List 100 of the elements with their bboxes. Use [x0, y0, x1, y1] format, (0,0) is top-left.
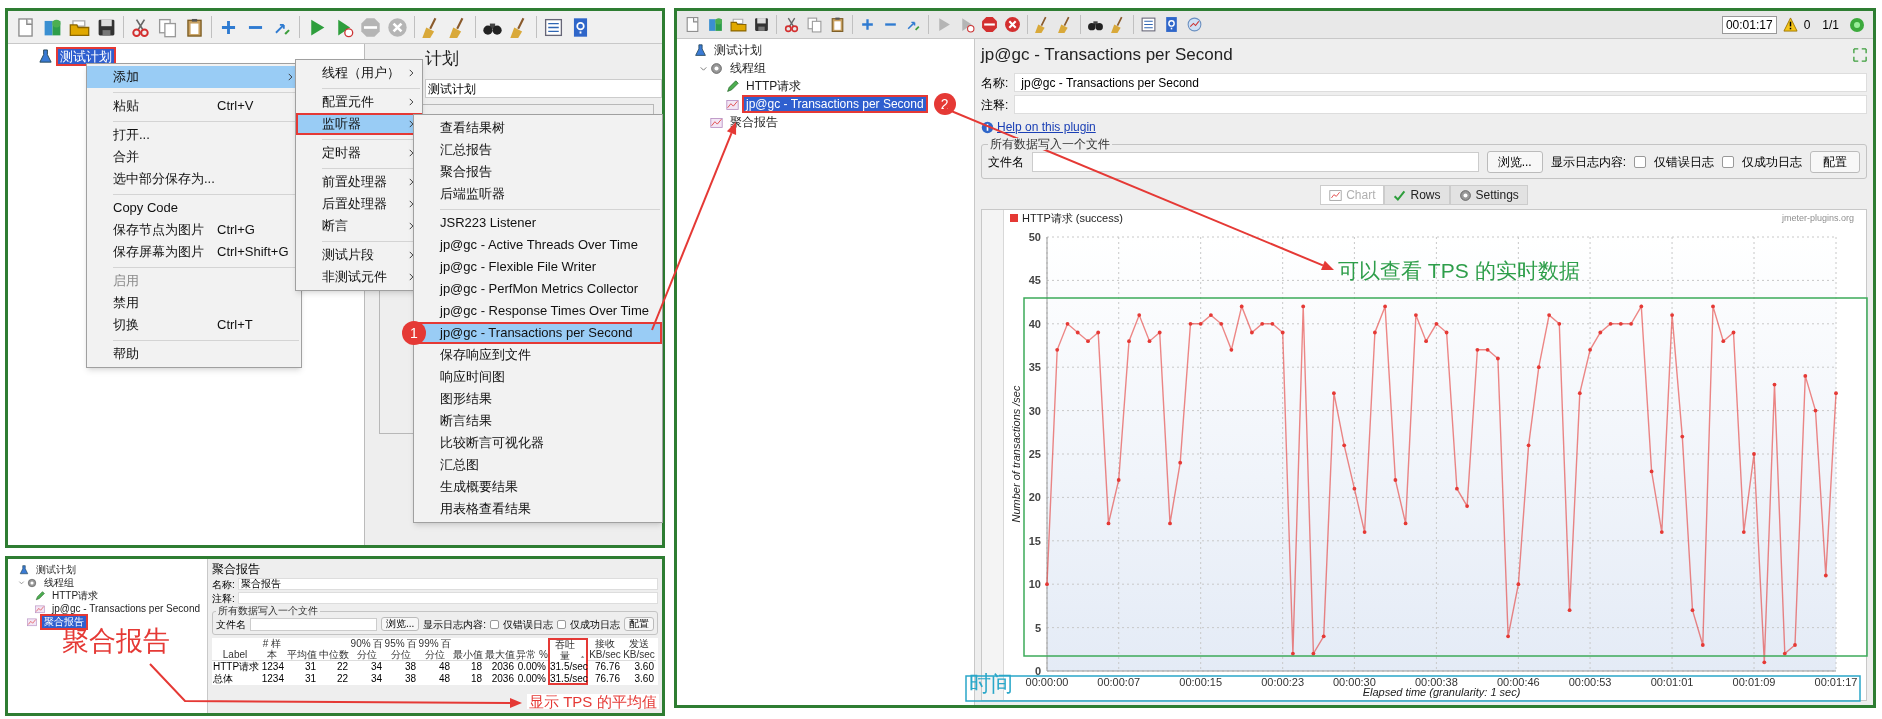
checkbox[interactable] [1722, 156, 1734, 168]
expand-icon[interactable] [18, 579, 25, 586]
checkbox[interactable] [557, 619, 566, 629]
menu-item[interactable]: 生成概要结果 [414, 476, 662, 498]
expand-icon[interactable] [1853, 48, 1867, 62]
elapsed-time: 00:01:17 [1721, 15, 1777, 34]
data-point [1321, 634, 1326, 639]
tree-item[interactable]: jp@gc - Transactions per Second [742, 95, 928, 113]
data-point [1137, 313, 1142, 317]
menu-item[interactable]: 切换 Ctrl+T [87, 314, 301, 336]
menu-item[interactable]: 监听器 [296, 113, 422, 135]
comment-field[interactable] [237, 592, 658, 604]
data-point [1731, 330, 1736, 335]
field-label: 文件名 [216, 617, 246, 632]
save-icon[interactable] [753, 16, 770, 33]
close-circle-icon[interactable] [387, 16, 408, 38]
name-field[interactable]: 聚合报告 [237, 578, 658, 590]
new-file-icon[interactable] [684, 16, 701, 33]
template-icon[interactable] [707, 16, 724, 33]
table-cell-text: 34 [369, 673, 383, 685]
list-icon[interactable] [543, 16, 564, 38]
menu-item[interactable]: Copy Code [87, 190, 301, 219]
menu-item[interactable]: 比较断言可视化器 [414, 432, 662, 454]
group-title: 所有数据写入一个文件 [988, 138, 1112, 150]
chart-icon[interactable] [1186, 16, 1203, 33]
tick-label: 5 [1034, 621, 1041, 634]
data-point [1157, 330, 1162, 335]
menu-item[interactable]: JSR223 Listener [414, 205, 662, 234]
menu-item[interactable]: 禁用 [87, 292, 301, 314]
tree-item[interactable]: 测试计划 [56, 46, 116, 66]
tree-item[interactable]: HTTP请求 [742, 77, 806, 95]
tree-item[interactable]: 聚合报告 [40, 613, 88, 630]
thread-count: 1/1 [1822, 16, 1839, 34]
menu-item[interactable]: 用表格查看结果 [414, 498, 662, 520]
table-cell-text: 总体 [212, 673, 234, 685]
stop-icon[interactable] [360, 16, 381, 38]
browse-button[interactable]: 浏览... [380, 617, 420, 631]
help-icon[interactable] [1163, 16, 1180, 33]
data-point [1752, 452, 1756, 456]
data-point [1629, 321, 1633, 326]
file-name-field[interactable] [250, 617, 377, 631]
config-button[interactable]: 配置 [1810, 151, 1860, 173]
menu-item[interactable]: jp@gc - Response Times Over Time [414, 300, 662, 322]
copy-icon[interactable] [806, 16, 823, 33]
list-icon[interactable] [1140, 16, 1157, 33]
menu-item[interactable]: 汇总报告 [414, 139, 662, 161]
checkbox[interactable] [1634, 156, 1646, 168]
data-point [1762, 660, 1767, 665]
menu-item[interactable]: 断言结果 [414, 410, 662, 432]
data-point [1485, 347, 1490, 352]
panel-title: 聚合报告 [212, 561, 261, 577]
new-file-icon[interactable] [15, 16, 36, 38]
scissors-icon[interactable] [783, 16, 800, 33]
config-button[interactable]: 配置 [624, 617, 654, 631]
gear-icon [27, 577, 37, 588]
paste-icon[interactable] [184, 16, 205, 38]
table-cell-text: 1234 [260, 673, 285, 685]
stop-icon[interactable] [981, 16, 998, 33]
plus-icon[interactable] [859, 16, 876, 33]
tree-item[interactable]: 聚合报告 [726, 113, 782, 131]
menu-item[interactable]: jp@gc - Flexible File Writer [414, 256, 662, 278]
browse-button[interactable]: 浏览... [1486, 151, 1543, 173]
menu-item[interactable]: 图形结果 [414, 388, 662, 410]
menu-item[interactable]: 聚合报告 [414, 161, 662, 183]
checkbox-label: 仅成功日志 [570, 617, 620, 632]
table-cell-text: 22 [335, 661, 349, 673]
file-name-field[interactable] [1032, 152, 1479, 172]
data-point [1075, 330, 1080, 335]
table-cell-text: 76.76 [593, 673, 621, 685]
warning-icon[interactable] [1782, 17, 1798, 32]
help-link[interactable]: Help on this plugin [997, 118, 1096, 136]
data-point [1670, 313, 1674, 317]
tab[interactable]: Settings [1449, 185, 1528, 205]
menu-item[interactable]: 响应时间图 [414, 366, 662, 388]
data-point [1065, 321, 1070, 326]
comment-field[interactable] [1014, 95, 1867, 114]
data-point [1711, 304, 1715, 309]
menu-item[interactable]: 保存响应到文件 [414, 344, 662, 366]
data-point [1813, 408, 1818, 413]
axis-title: Number of transactions /sec [1010, 385, 1022, 523]
open-folder-icon[interactable] [730, 16, 747, 33]
watermark: jmeter-plugins.org [1781, 213, 1854, 223]
tree-item[interactable]: 线程组 [726, 59, 770, 77]
name-field[interactable]: 测试计划 [425, 79, 662, 98]
scissors-icon[interactable] [130, 16, 151, 38]
tree-item[interactable]: 测试计划 [710, 41, 766, 59]
menu-item[interactable]: 后端监听器 [414, 183, 662, 205]
close-circle-icon[interactable] [1004, 16, 1021, 33]
menu-item[interactable]: 汇总图 [414, 454, 662, 476]
paste-icon[interactable] [829, 16, 846, 33]
data-point [1383, 304, 1387, 309]
tab[interactable]: Rows [1384, 185, 1450, 205]
menu-item[interactable]: 帮助 [87, 336, 301, 365]
field-label: 文件名 [988, 154, 1024, 171]
checkbox[interactable] [490, 619, 499, 629]
copy-icon[interactable] [157, 16, 178, 38]
flask-icon [38, 48, 53, 64]
menu-item[interactable]: jp@gc - PerfMon Metrics Collector [414, 278, 662, 300]
menu-item[interactable]: jp@gc - Active Threads Over Time [414, 234, 662, 256]
name-field[interactable]: jp@gc - Transactions per Second [1014, 73, 1867, 92]
